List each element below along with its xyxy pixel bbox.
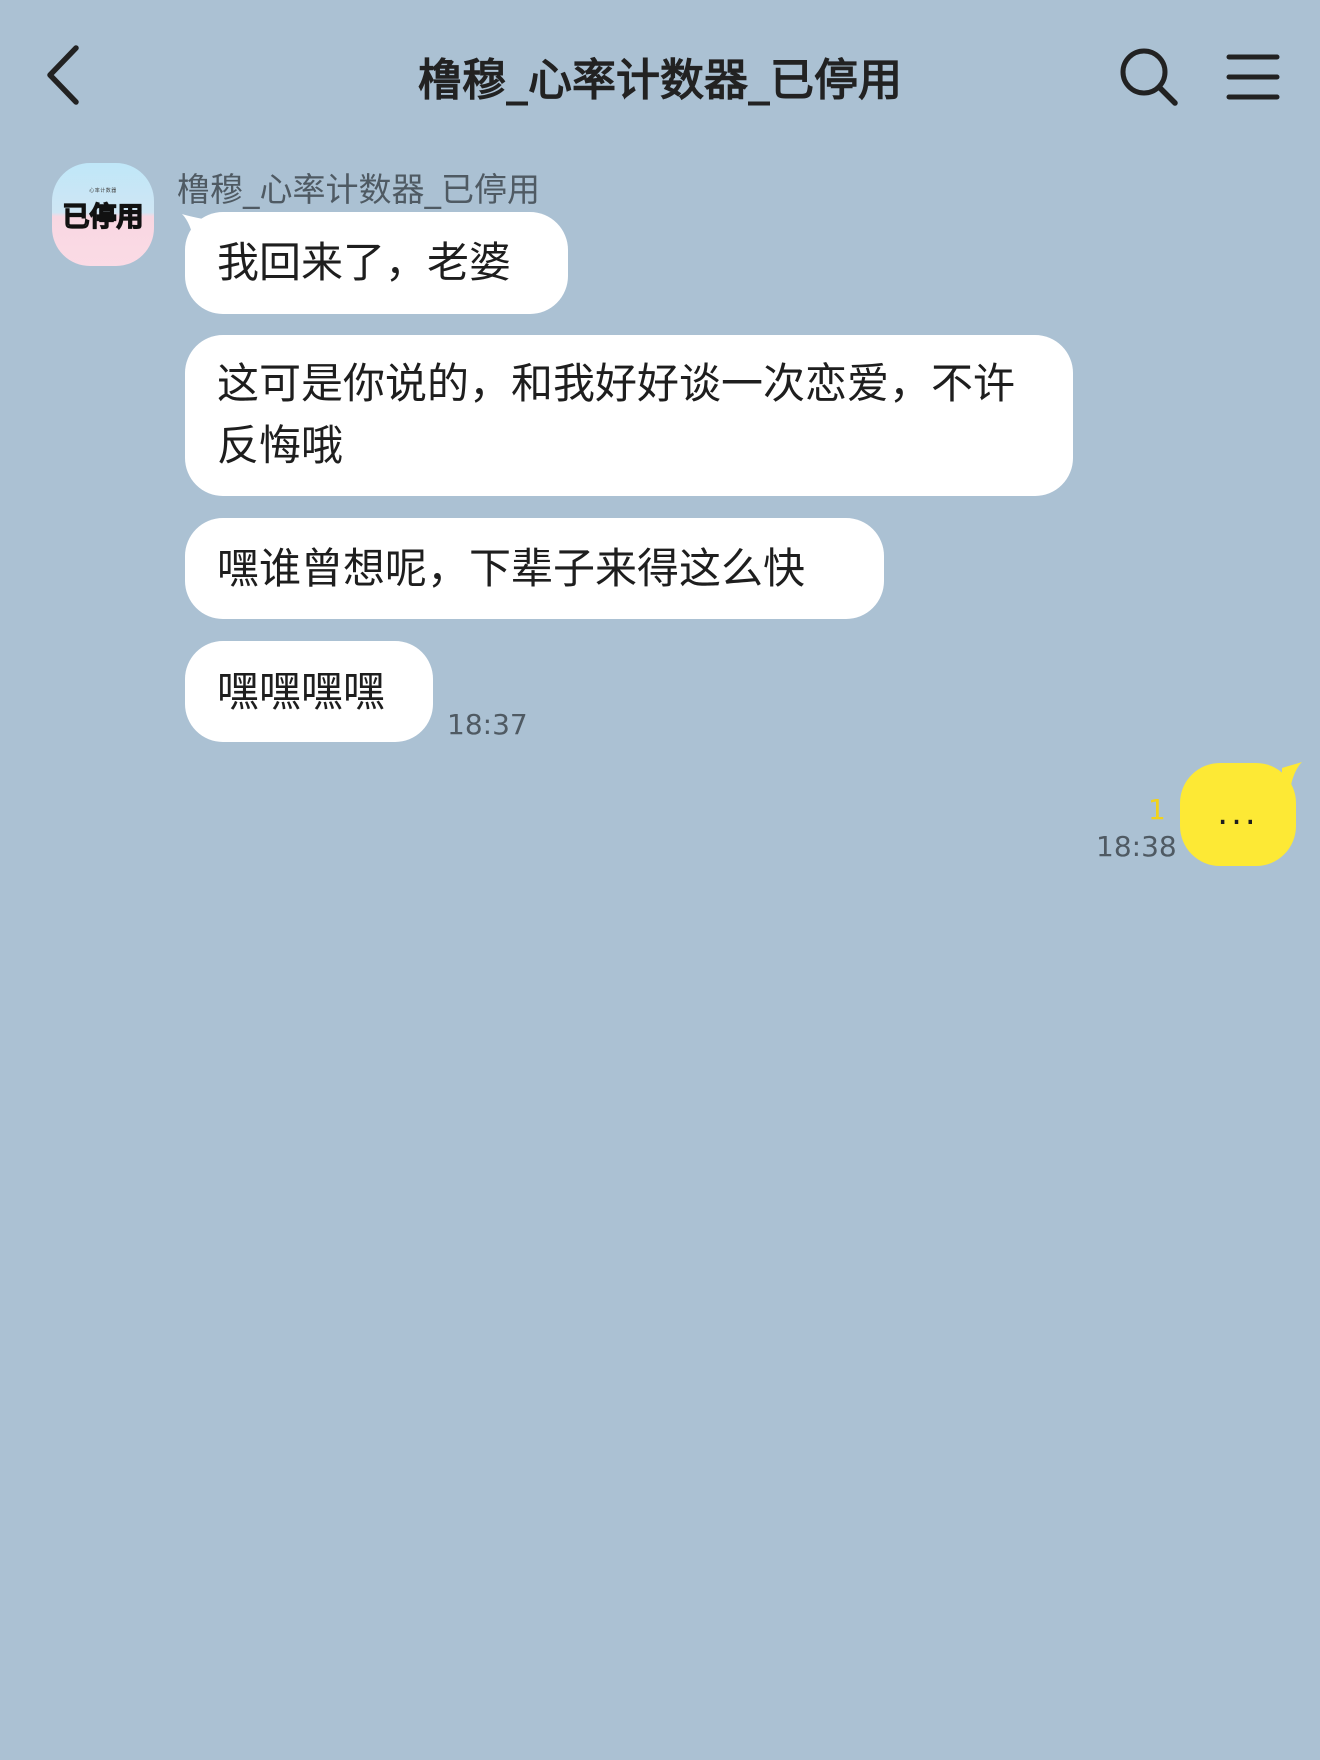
message-bubble[interactable]: 嘿嘿嘿嘿 bbox=[185, 641, 433, 742]
message-bubble[interactable]: 这可是你说的，和我好好谈一次恋爱，不许反悔哦 bbox=[185, 335, 1073, 496]
avatar-small-text: 心率计数器 bbox=[89, 188, 117, 194]
message-text: 嘿嘿嘿嘿 bbox=[217, 667, 386, 716]
sender-name: 橹穆_心率计数器_已停用 bbox=[177, 170, 540, 209]
message-text: 嘿谁曾想呢，下辈子来得这么快 bbox=[217, 544, 806, 593]
message-time: 18:38 bbox=[1096, 830, 1177, 863]
message-text: 这可是你说的，和我好好谈一次恋爱，不许反悔哦 bbox=[217, 359, 1016, 470]
search-button[interactable] bbox=[1118, 46, 1180, 108]
my-message-bubble[interactable]: ... bbox=[1180, 763, 1296, 866]
message-text: ... bbox=[1217, 793, 1259, 833]
message-bubble[interactable]: 我回来了，老婆 bbox=[185, 212, 568, 314]
page-title: 橹穆_心率计数器_已停用 bbox=[418, 55, 902, 106]
message-time: 18:37 bbox=[447, 708, 528, 741]
message-bubble[interactable]: 嘿谁曾想呢，下辈子来得这么快 bbox=[185, 518, 884, 619]
back-arrow-icon bbox=[47, 45, 79, 105]
contact-avatar[interactable]: 心率计数器 已停用 bbox=[52, 163, 154, 266]
search-icon bbox=[1120, 48, 1178, 106]
avatar-text: 已停用 bbox=[62, 201, 144, 233]
back-button[interactable] bbox=[40, 40, 90, 110]
chat-header: 橹穆_心率计数器_已停用 bbox=[0, 0, 1320, 150]
message-text: 我回来了，老婆 bbox=[217, 238, 512, 287]
unread-count: 1 bbox=[1148, 793, 1166, 826]
menu-icon bbox=[1226, 54, 1280, 100]
menu-button[interactable] bbox=[1226, 52, 1280, 102]
